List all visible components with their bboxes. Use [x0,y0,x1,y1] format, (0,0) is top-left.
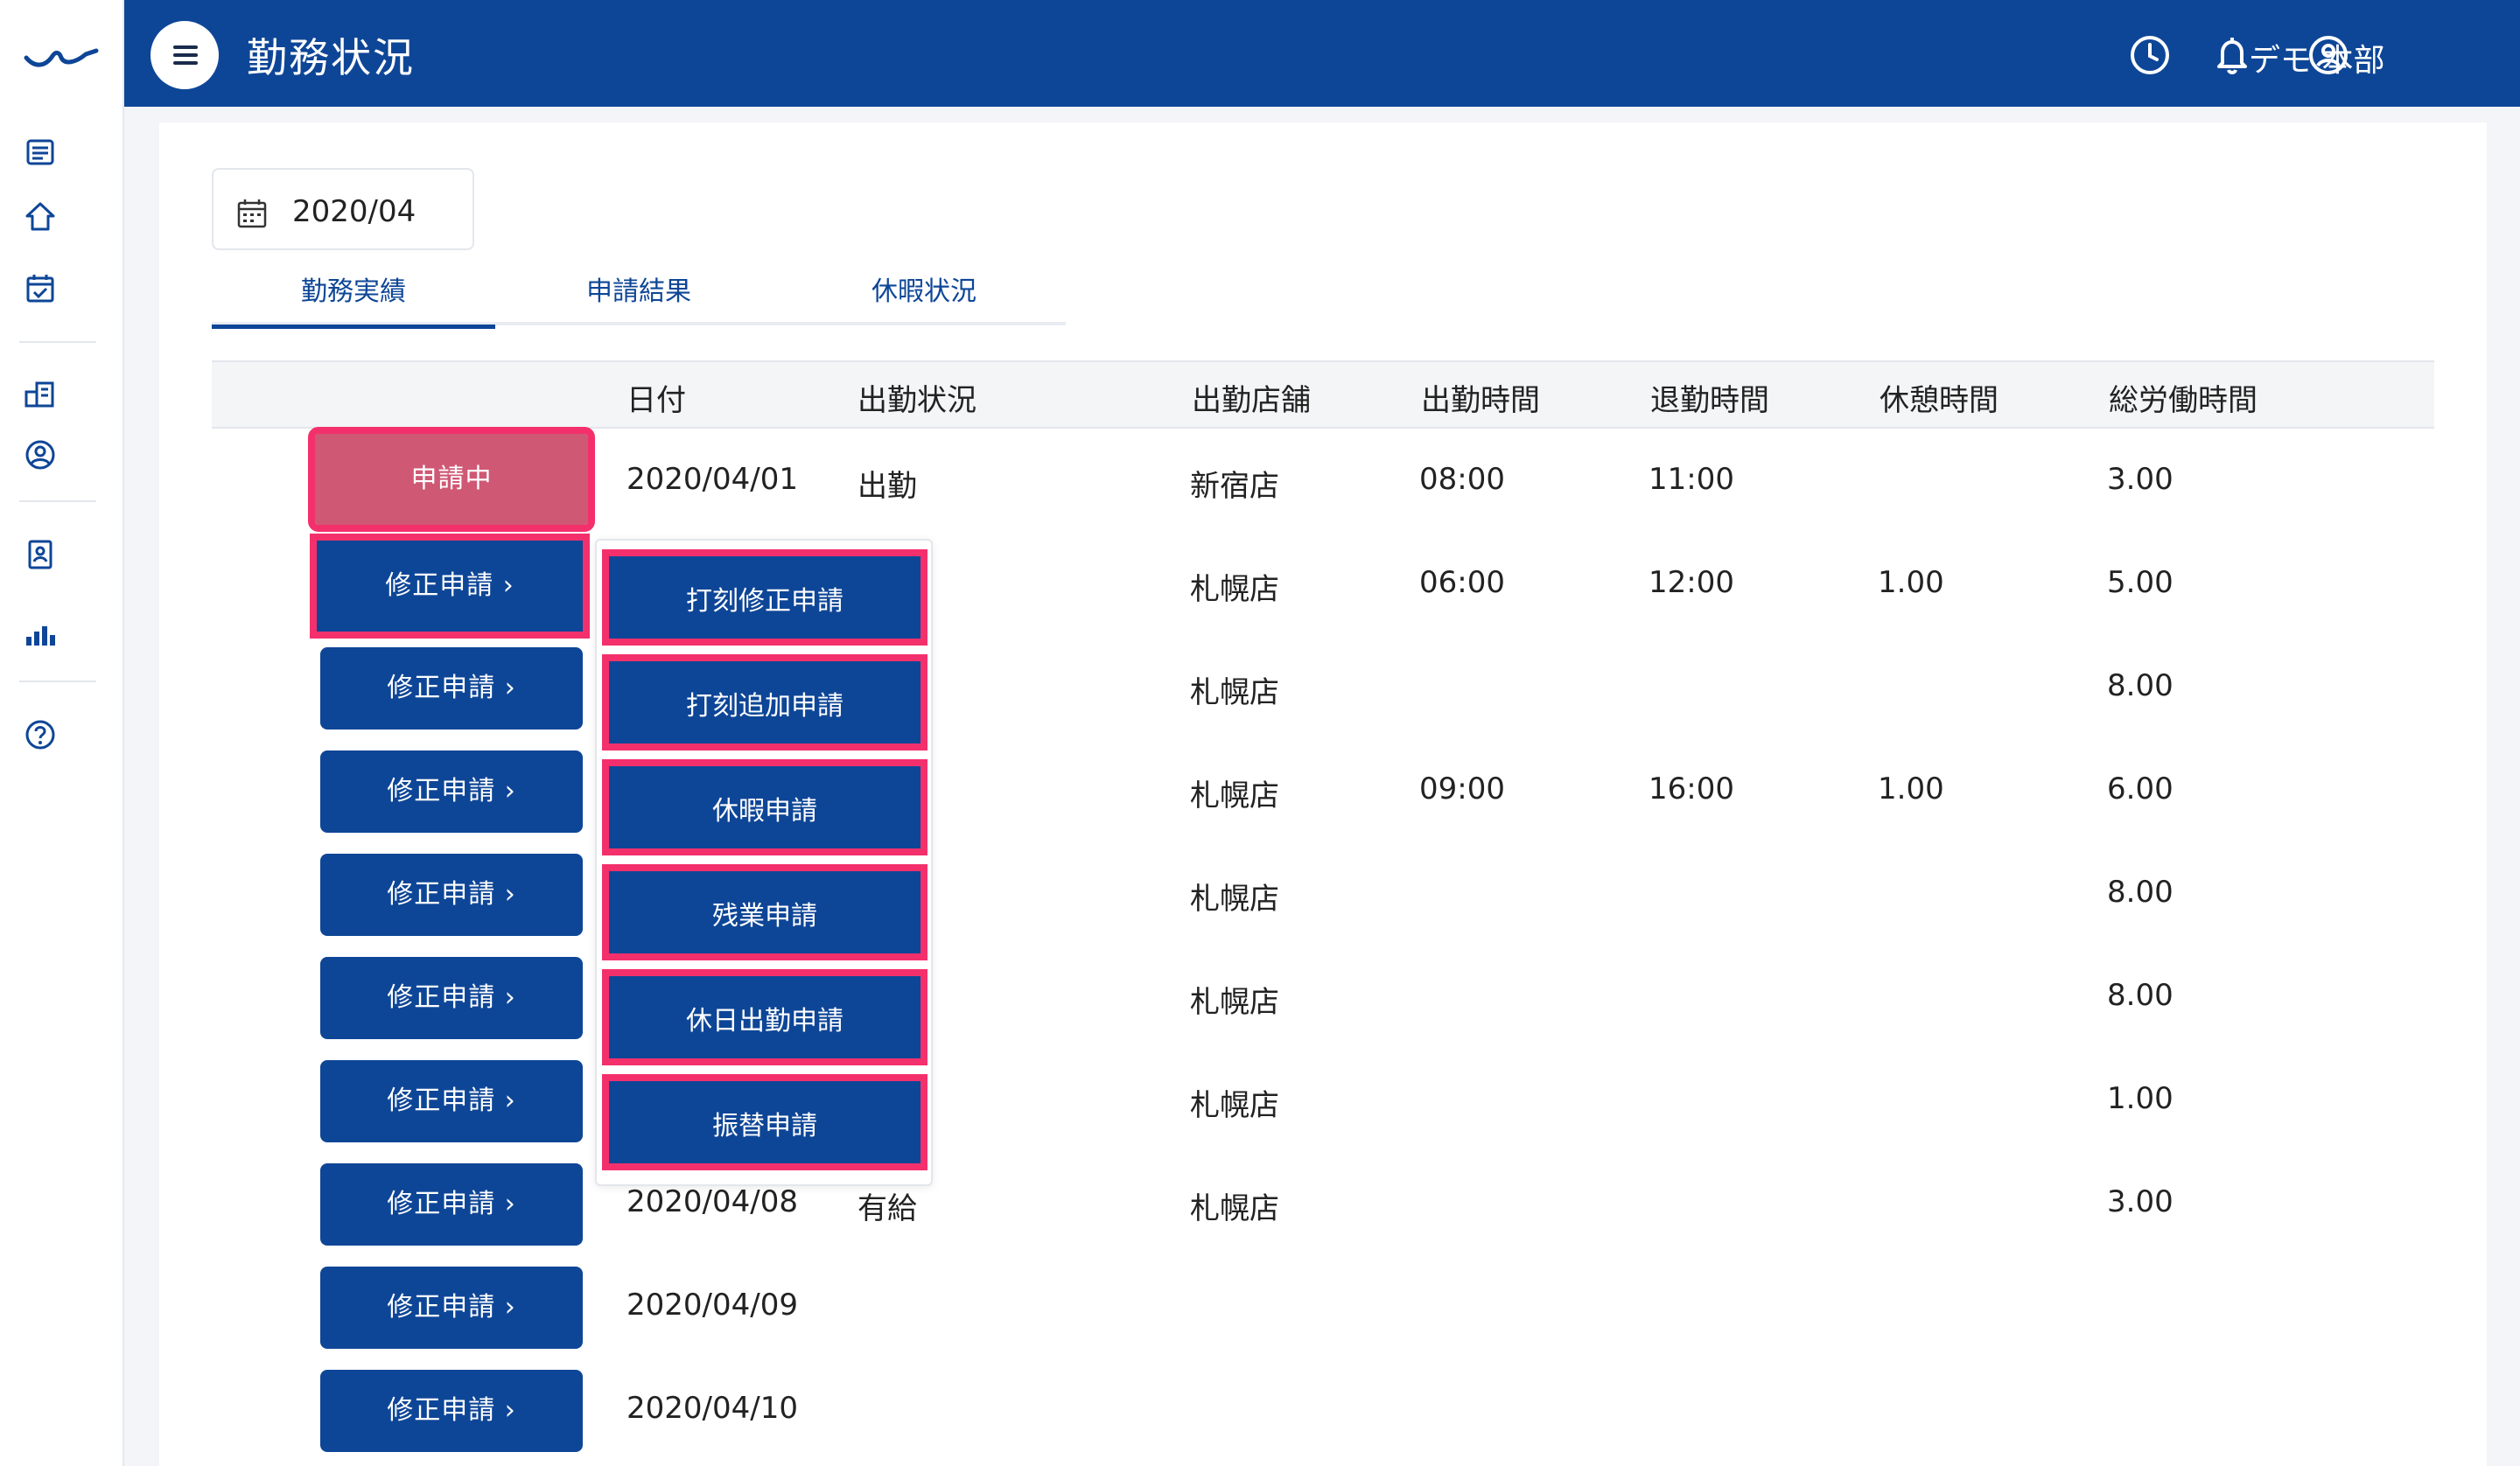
table-cell-break: 1.00 [1878,771,1944,806]
table-cell-store: 札幌店 [1190,985,1279,1020]
menu-item-leave-request[interactable]: 休暇申請 [602,759,928,855]
table-cell-date: 2020/04/08 [626,1184,798,1219]
col-store: 出勤店舗 [1192,383,1311,418]
pending-button[interactable]: 申請中 [308,427,595,532]
calendar-icon [237,199,267,228]
table-cell-store: 札幌店 [1190,572,1279,607]
menu-item-stamp-addition[interactable]: 打刻追加申請 [602,654,928,750]
col-clock-out: 退勤時間 [1650,383,1769,418]
tab-bar: 勤務実績 申請結果 休暇状況 [212,262,1066,329]
table-cell-store: 札幌店 [1190,1191,1279,1226]
table-cell-store: 札幌店 [1190,675,1279,710]
table-cell-total: 1.00 [2107,1081,2174,1116]
table-cell-status: 出勤 [858,469,917,504]
user-name[interactable]: デモ 本部 [2249,35,2384,80]
table-cell-clock-out: 12:00 [1648,565,1734,600]
edit-request-button[interactable]: 修正申請 › [320,1163,583,1246]
edit-request-button[interactable]: 修正申請 › [320,647,583,730]
table-cell-status: 有給 [858,1191,917,1226]
table-cell-clock-in: 08:00 [1419,462,1505,497]
table-cell-date: 2020/04/01 [626,462,798,497]
col-total-hours: 総労働時間 [2109,383,2258,418]
month-picker[interactable]: 2020/04 [212,168,474,250]
application-menu: 打刻修正申請 打刻追加申請 休暇申請 残業申請 休日出勤申請 振替申請 [595,539,933,1186]
table-cell-total: 3.00 [2107,1184,2174,1219]
table-cell-total: 6.00 [2107,771,2174,806]
table-cell-clock-out: 16:00 [1648,771,1734,806]
edit-request-button[interactable]: 修正申請 › [320,957,583,1039]
sidebar-divider [19,500,96,502]
edit-request-button[interactable]: 修正申請 › [320,854,583,936]
building-icon[interactable] [21,374,60,413]
menu-item-holiday-work-request[interactable]: 休日出勤申請 [602,969,928,1065]
col-date: 日付 [626,383,686,418]
page-title: 勤務状況 [247,34,415,81]
col-attendance-status: 出勤状況 [858,383,976,418]
menu-item-substitute-request[interactable]: 振替申請 [602,1074,928,1170]
sidebar-divider [19,341,96,343]
col-clock-in: 出勤時間 [1421,383,1540,418]
table-cell-store: 新宿店 [1190,469,1279,504]
calendar-check-icon[interactable] [21,269,60,308]
tab-leave-status[interactable]: 休暇状況 [782,262,1066,325]
edit-request-button[interactable]: 修正申請 › [320,1267,583,1349]
list-icon[interactable] [21,133,60,171]
tab-application-results[interactable]: 申請結果 [497,262,780,325]
table-cell-total: 8.00 [2107,875,2174,910]
month-value: 2020/04 [292,194,416,229]
edit-request-button[interactable]: 修正申請 › [320,1370,583,1452]
id-badge-icon[interactable] [21,535,60,574]
table-cell-total: 8.00 [2107,668,2174,703]
table-cell-clock-in: 09:00 [1419,771,1505,806]
table-cell-store: 札幌店 [1190,778,1279,813]
table-cell-break: 1.00 [1878,565,1944,600]
sidebar-divider [19,681,96,682]
home-icon[interactable] [21,198,60,236]
table-cell-store: 札幌店 [1190,1088,1279,1123]
clock-icon[interactable] [2128,33,2172,77]
table-cell-total: 8.00 [2107,978,2174,1013]
table-cell-date: 2020/04/09 [626,1288,798,1323]
sidebar [0,0,124,1466]
edit-request-button[interactable]: 修正申請 › [310,534,590,639]
table-cell-total: 3.00 [2107,462,2174,497]
user-circle-icon[interactable] [21,436,60,474]
logo [23,38,100,68]
bar-chart-icon[interactable] [21,614,60,653]
bell-icon[interactable] [2210,33,2254,77]
menu-item-overtime-request[interactable]: 残業申請 [602,864,928,960]
table-cell-store: 札幌店 [1190,882,1279,917]
edit-request-button[interactable]: 修正申請 › [320,750,583,833]
table-cell-total: 5.00 [2107,565,2174,600]
app-header: 勤務状況 デモ 本部 [124,0,2520,107]
col-break: 休憩時間 [1880,383,1998,418]
edit-request-button[interactable]: 修正申請 › [320,1060,583,1142]
table-cell-clock-out: 11:00 [1648,462,1734,497]
table-header: 日付 出勤状況 出勤店舗 出勤時間 退勤時間 休憩時間 総労働時間 [212,360,2434,429]
menu-button[interactable] [150,21,219,89]
table-cell-date: 2020/04/10 [626,1391,798,1426]
help-icon[interactable] [21,716,60,754]
tab-work-record[interactable]: 勤務実績 [212,262,495,329]
content-card: 2020/04 勤務実績 申請結果 休暇状況 日付 出勤状況 出勤店舗 出勤時間… [159,122,2487,1466]
table-cell-clock-in: 06:00 [1419,565,1505,600]
menu-item-stamp-correction[interactable]: 打刻修正申請 [602,549,928,646]
